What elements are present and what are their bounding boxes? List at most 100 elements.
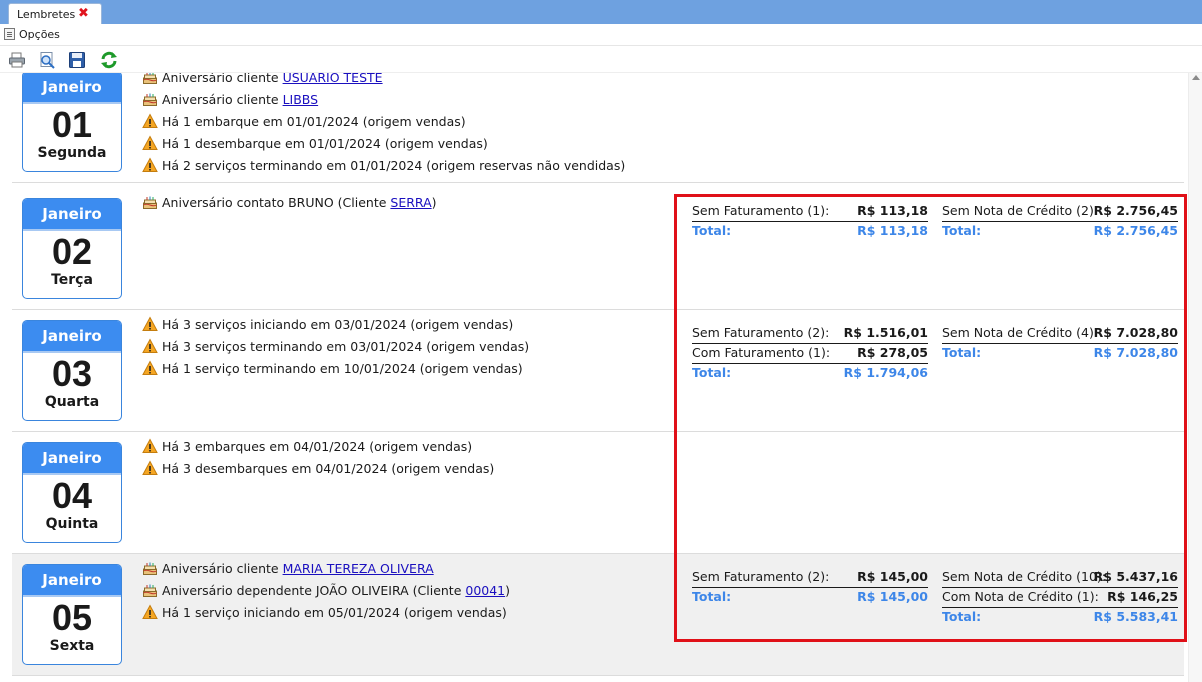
calendar-badge: Janeiro 04 Quinta <box>22 442 122 543</box>
financial-column: Sem Nota de Crédito (10): R$ 5.437,16 Com … <box>942 568 1178 628</box>
refresh-button[interactable] <box>100 51 118 69</box>
preview-button[interactable] <box>38 51 56 69</box>
events-list: Aniversário cliente MARIA TEREZA OLIVERA… <box>142 558 662 624</box>
calendar-day: 05 <box>51 597 93 638</box>
calendar-day: 02 <box>51 231 93 272</box>
events-list: Aniversário contato BRUNO (Cliente SERRA… <box>142 192 662 214</box>
financial-value: R$ 2.756,45 <box>1093 203 1178 218</box>
tab-lembretes[interactable]: Lembretes ✖ <box>8 3 102 24</box>
calendar-badge: Janeiro 01 Segunda <box>22 73 122 172</box>
financial-total-row: Total: R$ 2.756,45 <box>942 222 1178 242</box>
event-item: Aniversário cliente USUARIO TESTE <box>142 73 662 89</box>
event-text: Há 1 embarque em 01/01/2024 (origem vend… <box>162 114 466 129</box>
calendar-day: 01 <box>51 104 93 145</box>
financial-column: Sem Faturamento (2): R$ 145,00 Total: R$ 14… <box>692 568 928 608</box>
scroll-up-icon[interactable] <box>1192 75 1200 80</box>
cake-icon <box>142 582 158 598</box>
event-text: Aniversário dependente JOÃO OLIVEIRA (Cl… <box>162 583 466 598</box>
event-link[interactable]: SERRA <box>390 195 431 210</box>
financial-label: Com Nota de Crédito (1): <box>942 589 1099 604</box>
financial-label: Total: <box>942 609 982 624</box>
event-text: Aniversário cliente <box>162 92 283 107</box>
financial-label: Sem Nota de Crédito (2): <box>942 203 1099 218</box>
event-item: Aniversário cliente MARIA TEREZA OLIVERA <box>142 558 662 580</box>
calendar-weekday: Segunda <box>37 145 107 161</box>
menu-bar: Opções <box>0 24 1202 46</box>
calendar-month: Janeiro <box>23 443 121 475</box>
event-link[interactable]: MARIA TEREZA OLIVERA <box>283 561 434 576</box>
financial-column: Sem Nota de Crédito (2): R$ 2.756,45 Total… <box>942 202 1178 242</box>
close-icon[interactable]: ✖ <box>78 6 89 21</box>
financial-value: R$ 1.516,01 <box>843 325 928 340</box>
cake-icon <box>142 91 158 107</box>
financial-label: Total: <box>692 365 732 380</box>
event-text: Há 2 serviços terminando em 01/01/2024 (… <box>162 158 626 173</box>
financial-label: Total: <box>942 223 982 238</box>
day-row: Janeiro 04 Quinta Há 3 embarques em 04/01/2… <box>12 432 1184 554</box>
warning-icon <box>142 157 158 173</box>
day-row: Janeiro 02 Terça Aniversário contato BRUNO … <box>12 188 1184 310</box>
financial-value: R$ 145,00 <box>857 589 928 604</box>
vertical-scrollbar[interactable] <box>1188 73 1202 682</box>
cake-icon <box>142 560 158 576</box>
financial-row: Sem Faturamento (1): R$ 113,18 <box>692 202 928 222</box>
event-text: Aniversário cliente <box>162 73 283 85</box>
warning-icon <box>142 604 158 620</box>
print-icon <box>9 52 25 68</box>
financial-row: Sem Nota de Crédito (2): R$ 2.756,45 <box>942 202 1178 222</box>
financial-value: R$ 113,18 <box>857 223 928 238</box>
financial-label: Sem Faturamento (2): <box>692 569 830 584</box>
calendar-day: 04 <box>51 475 93 516</box>
financial-column: Sem Faturamento (1): R$ 113,18 Total: R$ 11… <box>692 202 928 242</box>
warning-icon <box>142 438 158 454</box>
financial-value: R$ 5.437,16 <box>1093 569 1178 584</box>
financial-value: R$ 113,18 <box>857 203 928 218</box>
financial-column: Sem Nota de Crédito (4): R$ 7.028,80 Total… <box>942 324 1178 364</box>
financial-row: Sem Faturamento (2): R$ 145,00 <box>692 568 928 588</box>
event-link[interactable]: USUARIO TESTE <box>283 73 383 85</box>
financial-label: Com Faturamento (1): <box>692 345 831 360</box>
print-button[interactable] <box>8 51 26 69</box>
financial-total-row: Total: R$ 145,00 <box>692 588 928 608</box>
financial-value: R$ 7.028,80 <box>1093 345 1178 360</box>
preview-icon <box>40 52 55 69</box>
event-link[interactable]: 00041 <box>465 583 505 598</box>
event-item: Há 3 serviços iniciando em 03/01/2024 (o… <box>142 314 662 336</box>
save-button[interactable] <box>68 51 86 69</box>
financial-label: Sem Nota de Crédito (4): <box>942 325 1099 340</box>
calendar-weekday: Quinta <box>45 516 99 532</box>
financial-row: Com Nota de Crédito (1): R$ 146,25 <box>942 588 1178 608</box>
event-text: Há 3 desembarques em 04/01/2024 (origem … <box>162 461 495 476</box>
calendar-weekday: Quarta <box>44 394 100 410</box>
event-item: Há 3 desembarques em 04/01/2024 (origem … <box>142 458 662 480</box>
event-item: Há 3 serviços terminando em 03/01/2024 (… <box>142 336 662 358</box>
calendar-badge: Janeiro 02 Terça <box>22 198 122 299</box>
event-link[interactable]: LIBBS <box>283 92 319 107</box>
warning-icon <box>142 338 158 354</box>
event-item: Há 1 embarque em 01/01/2024 (origem vend… <box>142 111 662 133</box>
financial-value: R$ 5.583,41 <box>1093 609 1178 624</box>
financial-value: R$ 146,25 <box>1107 589 1178 604</box>
calendar-weekday: Terça <box>51 272 93 288</box>
calendar-month: Janeiro <box>23 199 121 231</box>
event-text: Há 3 serviços terminando em 03/01/2024 (… <box>162 339 530 354</box>
warning-icon <box>142 460 158 476</box>
reminders-list[interactable]: Janeiro 01 Segunda Aniversário cliente USUA… <box>0 73 1188 682</box>
financial-value: R$ 278,05 <box>857 345 928 360</box>
warning-icon <box>142 316 158 332</box>
events-list: Há 3 embarques em 04/01/2024 (origem ven… <box>142 436 662 480</box>
calendar-badge: Janeiro 05 Sexta <box>22 564 122 665</box>
events-list: Há 3 serviços iniciando em 03/01/2024 (o… <box>142 314 662 380</box>
financial-row: Sem Nota de Crédito (4): R$ 7.028,80 <box>942 324 1178 344</box>
menu-options[interactable]: Opções <box>4 28 60 41</box>
financial-label: Sem Nota de Crédito (10): <box>942 569 1106 584</box>
calendar-weekday: Sexta <box>49 638 95 654</box>
calendar-month: Janeiro <box>23 73 121 104</box>
day-row: Janeiro 05 Sexta Aniversário cliente MARIA … <box>12 554 1184 676</box>
cake-icon <box>142 194 158 210</box>
financial-value: R$ 2.756,45 <box>1093 223 1178 238</box>
event-item: Aniversário cliente LIBBS <box>142 89 662 111</box>
day-row: Janeiro 03 Quarta Há 3 serviços iniciando e… <box>12 310 1184 432</box>
list-icon <box>4 28 15 40</box>
financial-row: Sem Faturamento (2): R$ 1.516,01 <box>692 324 928 344</box>
